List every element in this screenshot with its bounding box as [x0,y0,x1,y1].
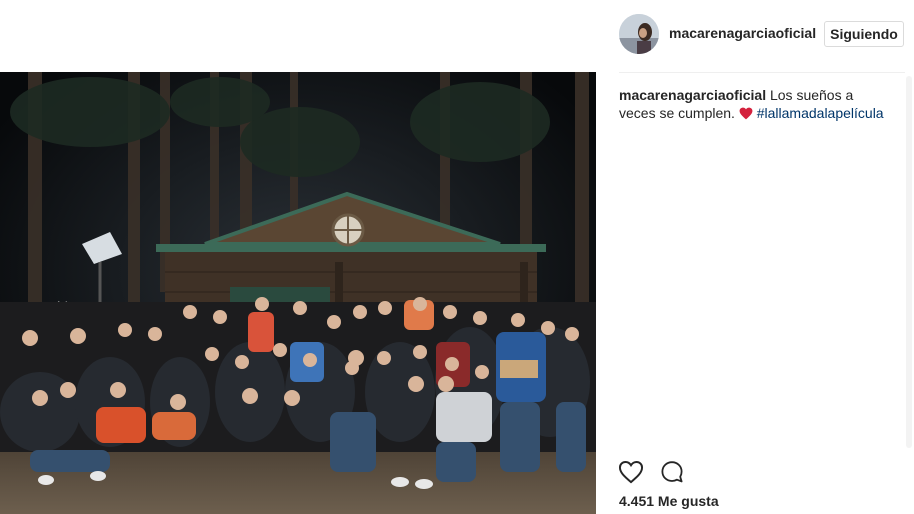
like-button[interactable] [618,460,646,486]
caption-username[interactable]: macarenagarciaoficial [619,87,766,103]
comment-icon [661,461,683,483]
likes-count[interactable]: 4.451 Me gusta [619,493,719,509]
post-author-username[interactable]: macarenagarciaoficial [669,25,816,41]
comment-button[interactable] [659,460,687,486]
post-caption: macarenagarciaoficial Los sueños a veces… [619,86,891,124]
avatar-image [619,14,659,54]
heart-emoji-icon [739,106,753,124]
avatar[interactable] [619,14,659,54]
group-photo-image [0,72,596,514]
header-divider [619,72,905,73]
following-button[interactable]: Siguiendo [824,21,904,47]
comments-scrollbar[interactable] [906,76,912,448]
post-photo[interactable] [0,72,596,514]
caption-hashtag[interactable]: #lallamadalapelícula [757,105,884,121]
heart-icon [618,461,644,484]
